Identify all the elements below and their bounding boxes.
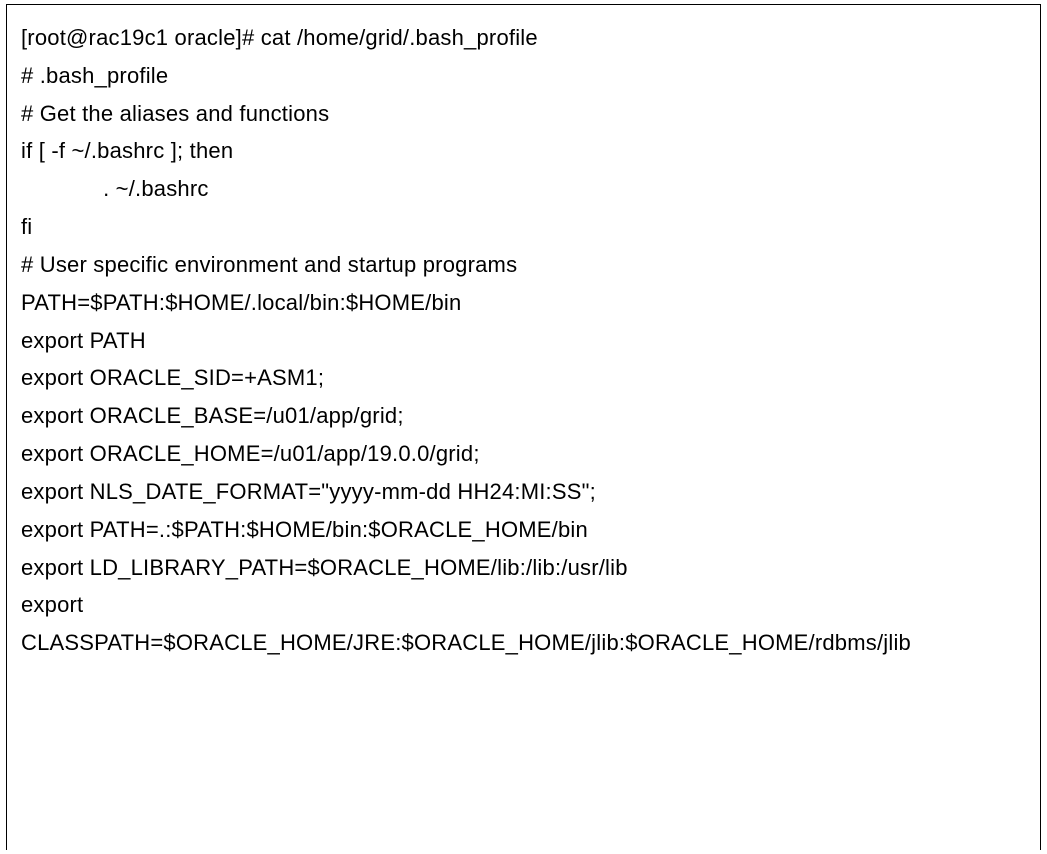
terminal-line: export ORACLE_SID=+ASM1; <box>21 359 1026 397</box>
terminal-line: export NLS_DATE_FORMAT="yyyy-mm-dd HH24:… <box>21 473 1026 511</box>
terminal-line: [root@rac19c1 oracle]# cat /home/grid/.b… <box>21 19 1026 57</box>
terminal-line: fi <box>21 208 1026 246</box>
terminal-line: if [ -f ~/.bashrc ]; then <box>21 132 1026 170</box>
terminal-line: # .bash_profile <box>21 57 1026 95</box>
terminal-line: CLASSPATH=$ORACLE_HOME/JRE:$ORACLE_HOME/… <box>21 624 1026 662</box>
terminal-line: export LD_LIBRARY_PATH=$ORACLE_HOME/lib:… <box>21 549 1026 587</box>
terminal-line: export PATH <box>21 322 1026 360</box>
terminal-line: export PATH=.:$PATH:$HOME/bin:$ORACLE_HO… <box>21 511 1026 549</box>
terminal-line: PATH=$PATH:$HOME/.local/bin:$HOME/bin <box>21 284 1026 322</box>
terminal-line: export <box>21 586 1026 624</box>
terminal-output-box: [root@rac19c1 oracle]# cat /home/grid/.b… <box>6 4 1041 850</box>
terminal-line: # User specific environment and startup … <box>21 246 1026 284</box>
terminal-line: # Get the aliases and functions <box>21 95 1026 133</box>
terminal-line: . ~/.bashrc <box>21 170 1026 208</box>
terminal-line: export ORACLE_BASE=/u01/app/grid; <box>21 397 1026 435</box>
terminal-line: export ORACLE_HOME=/u01/app/19.0.0/grid; <box>21 435 1026 473</box>
